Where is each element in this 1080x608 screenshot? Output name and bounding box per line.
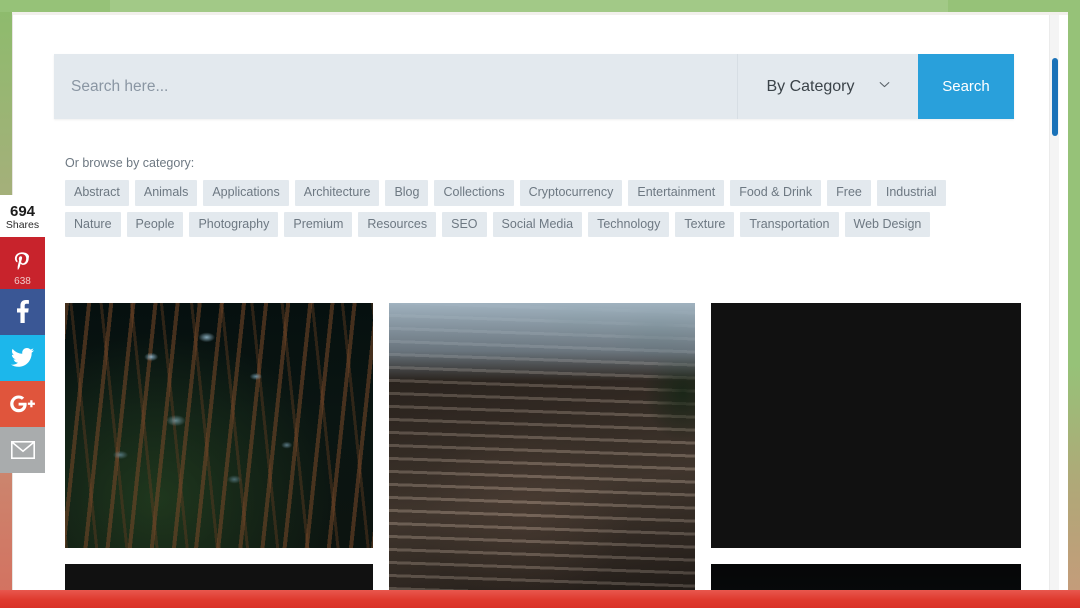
category-tag[interactable]: Abstract <box>65 180 129 206</box>
share-google-plus-button[interactable] <box>0 380 45 427</box>
vertical-scrollbar-track[interactable] <box>1049 15 1059 608</box>
share-facebook-button[interactable] <box>0 288 45 335</box>
share-total-count: 694 Shares <box>0 195 45 237</box>
category-tag[interactable]: Photography <box>189 211 279 237</box>
vertical-scrollbar-thumb[interactable] <box>1052 58 1058 136</box>
browse-by-category-label: Or browse by category: <box>65 156 195 170</box>
category-tag[interactable]: Nature <box>65 211 121 237</box>
category-tag-list: Abstract Animals Applications Architectu… <box>65 180 995 237</box>
share-total-label: Shares <box>5 218 40 231</box>
page-content: By Category Search Or browse by category… <box>13 15 1059 608</box>
category-tag[interactable]: Blog <box>385 180 429 206</box>
social-share-rail: 694 Shares 638 <box>0 195 45 473</box>
category-tag[interactable]: SEO <box>442 211 487 237</box>
category-tag[interactable]: Free <box>827 180 871 206</box>
google-plus-icon <box>9 395 36 413</box>
twitter-icon <box>11 348 34 368</box>
category-select[interactable]: By Category <box>737 54 918 119</box>
category-tag[interactable]: Transportation <box>740 211 839 237</box>
email-icon <box>10 440 35 459</box>
photo-temple-ruins[interactable] <box>389 303 695 603</box>
category-tag[interactable]: People <box>126 211 184 237</box>
browser-page: By Category Search Or browse by category… <box>12 12 1068 608</box>
photo-gallery <box>65 303 1021 608</box>
category-tag[interactable]: Social Media <box>492 211 583 237</box>
category-tag[interactable]: Technology <box>588 211 670 237</box>
category-tag[interactable]: Architecture <box>294 180 380 206</box>
category-tag[interactable]: Entertainment <box>628 180 725 206</box>
category-tag[interactable]: Applications <box>203 180 289 206</box>
search-bar: By Category Search <box>54 54 1014 119</box>
category-tag[interactable]: Cryptocurrency <box>519 180 623 206</box>
share-total-number: 694 <box>9 203 36 220</box>
pinterest-icon <box>14 252 31 273</box>
bottom-accent-bar <box>0 590 1080 608</box>
facebook-icon <box>16 300 29 324</box>
search-input[interactable] <box>54 54 737 119</box>
window-chrome-top <box>110 0 948 12</box>
chevron-down-icon <box>879 79 890 90</box>
share-twitter-button[interactable] <box>0 334 45 381</box>
category-tag[interactable]: Web Design <box>844 211 931 237</box>
category-tag[interactable]: Industrial <box>876 180 946 206</box>
photo-dark-forest-moss[interactable] <box>65 303 373 548</box>
search-button[interactable]: Search <box>918 54 1014 119</box>
category-tag[interactable]: Resources <box>358 211 437 237</box>
category-select-label: By Category <box>766 77 855 95</box>
gallery-column <box>65 303 373 608</box>
category-tag[interactable]: Premium <box>284 211 353 237</box>
category-tag[interactable]: Food & Drink <box>730 180 822 206</box>
share-pinterest-count: 638 <box>14 275 31 287</box>
category-tag[interactable]: Texture <box>675 211 735 237</box>
photo-garlic-basket[interactable] <box>711 303 1021 548</box>
gallery-column <box>389 303 695 608</box>
category-tag[interactable]: Animals <box>134 180 198 206</box>
share-pinterest-button[interactable]: 638 <box>0 236 45 289</box>
share-email-button[interactable] <box>0 426 45 473</box>
category-tag[interactable]: Collections <box>434 180 514 206</box>
gallery-column <box>711 303 1021 608</box>
